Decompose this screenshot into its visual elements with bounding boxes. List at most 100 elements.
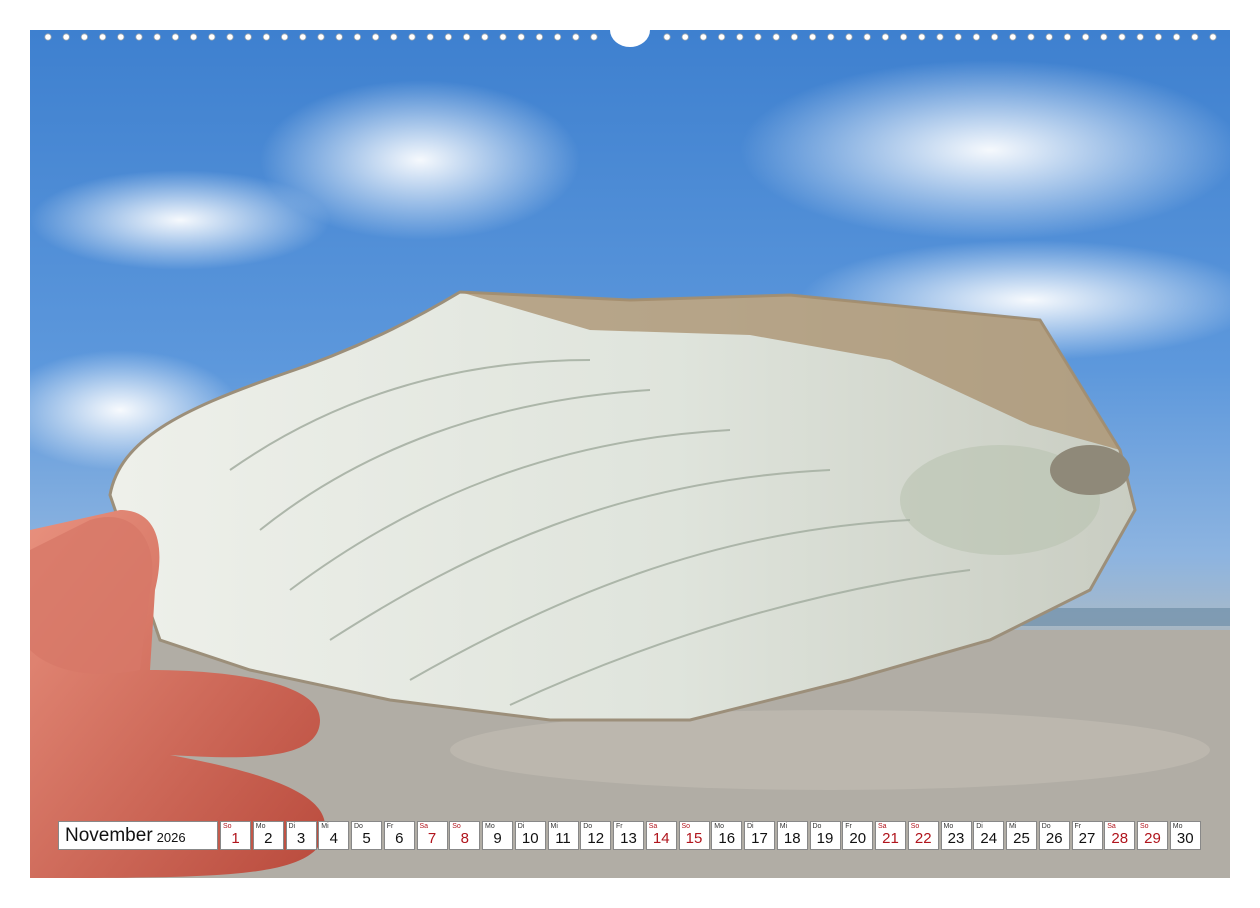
binding-hole [1154, 33, 1163, 41]
binding-hole [1118, 33, 1126, 41]
day-cell: So 15 [678, 821, 710, 850]
day-cell: Sa 21 [875, 821, 906, 850]
day-number: 4 [329, 830, 338, 847]
binding-hole [936, 33, 944, 41]
day-cell: Sa 14 [645, 821, 677, 850]
day-cell: Do 12 [580, 821, 612, 850]
day-number: 11 [555, 830, 571, 847]
day-number: 17 [751, 830, 768, 847]
binding-hole [918, 33, 926, 41]
day-cell: So 1 [220, 821, 251, 850]
month-label: November 2026 [58, 821, 218, 850]
binding-hole [1082, 33, 1090, 41]
month-year: 2026 [156, 830, 186, 845]
calendar-page: November 2026 So 1 Mo 2 Di 3 Mi 4 Do 5 Fr 6 Sa 7 So 8 Mo… [0, 0, 1260, 908]
day-number: 6 [395, 830, 404, 847]
spiral-binding [44, 30, 1217, 47]
binding-hole [572, 33, 580, 41]
weekday-label: Mo [255, 823, 266, 830]
binding-hole [317, 33, 325, 41]
day-number: 21 [882, 830, 899, 847]
day-number: 30 [1176, 830, 1194, 847]
binding-hole [790, 33, 799, 41]
day-cell: So 8 [449, 821, 481, 850]
day-number: 9 [493, 830, 502, 847]
day-cell: Di 3 [285, 821, 317, 850]
weekday-label: Mo [1172, 823, 1183, 830]
day-cell: Do 5 [351, 821, 382, 850]
day-number: 10 [521, 830, 539, 847]
binding-hole [1136, 33, 1144, 41]
weekday-label: Mi [1009, 823, 1017, 830]
binding-hole [699, 33, 708, 41]
binding-hole [590, 33, 598, 41]
day-cell: Mo 2 [252, 821, 284, 850]
day-number: 16 [718, 830, 736, 847]
binding-hole [717, 33, 726, 41]
weekday-label: Sa [648, 823, 658, 830]
day-cell: So 29 [1137, 821, 1168, 850]
weekday-label: Mi [550, 823, 558, 830]
day-cell: Mo 9 [482, 821, 513, 850]
binding-hole [135, 33, 143, 41]
weekday-label: Do [583, 823, 593, 830]
photo-illustration [30, 60, 1230, 878]
weekday-label: Sa [419, 823, 429, 830]
weekday-label: Fr [1074, 823, 1082, 830]
day-number: 24 [980, 830, 998, 847]
day-cell: Do 26 [1038, 821, 1070, 850]
cloud [740, 60, 1230, 240]
day-number: 25 [1013, 830, 1030, 847]
day-number: 26 [1045, 830, 1063, 847]
day-number: 18 [783, 830, 801, 847]
day-cell: Mi 18 [776, 821, 808, 850]
binding-hole [1100, 33, 1108, 41]
binding-hole [481, 33, 489, 41]
binding-hole [44, 33, 52, 41]
weekday-label: Do [354, 823, 363, 830]
binding-hole [972, 33, 981, 41]
binding-hole [845, 33, 853, 41]
binding-hole [808, 33, 817, 41]
binding-hole [299, 33, 307, 41]
day-number: 1 [231, 830, 240, 847]
binding-hole [408, 33, 416, 41]
binding-hole [226, 33, 234, 41]
binding-hole [553, 33, 562, 41]
weekday-label: Do [1041, 823, 1051, 830]
day-cell: Di 17 [744, 821, 775, 850]
weekday-label: Fr [386, 823, 394, 830]
binding-hole [954, 33, 962, 41]
day-cell: Mo 30 [1169, 821, 1201, 850]
weekday-label: Do [812, 823, 822, 830]
binding-hole [371, 33, 380, 41]
day-number: 22 [914, 830, 932, 847]
day-number: 20 [849, 830, 867, 847]
binding-hole [1173, 33, 1181, 41]
weekday-label: Di [517, 823, 525, 830]
day-number: 27 [1078, 830, 1096, 847]
day-number: 3 [296, 830, 306, 847]
weekday-label: Fr [845, 823, 852, 830]
day-number: 23 [947, 830, 965, 847]
day-cell: Sa 28 [1104, 821, 1136, 850]
binding-hole [62, 33, 70, 41]
weekday-label: So [910, 823, 920, 830]
calendar-strip: November 2026 So 1 Mo 2 Di 3 Mi 4 Do 5 Fr 6 Sa 7 So 8 Mo… [58, 821, 1203, 850]
binding-hole [244, 33, 252, 41]
day-number: 8 [460, 830, 469, 847]
day-number: 12 [587, 830, 605, 847]
weekday-label: Sa [878, 823, 887, 830]
binding-hole [663, 33, 671, 41]
day-cell: Sa 7 [416, 821, 448, 850]
binding-hole [462, 33, 471, 41]
binding-hole [1191, 33, 1199, 41]
day-cell: Fr 27 [1071, 821, 1103, 850]
day-cell: Mi 25 [1006, 821, 1037, 850]
day-number: 7 [427, 830, 437, 847]
cloud [260, 80, 580, 240]
binding-hole [390, 33, 398, 41]
binding-hole [1027, 33, 1035, 41]
weekday-label: Di [976, 823, 983, 830]
day-cell: Mo 16 [711, 821, 743, 850]
